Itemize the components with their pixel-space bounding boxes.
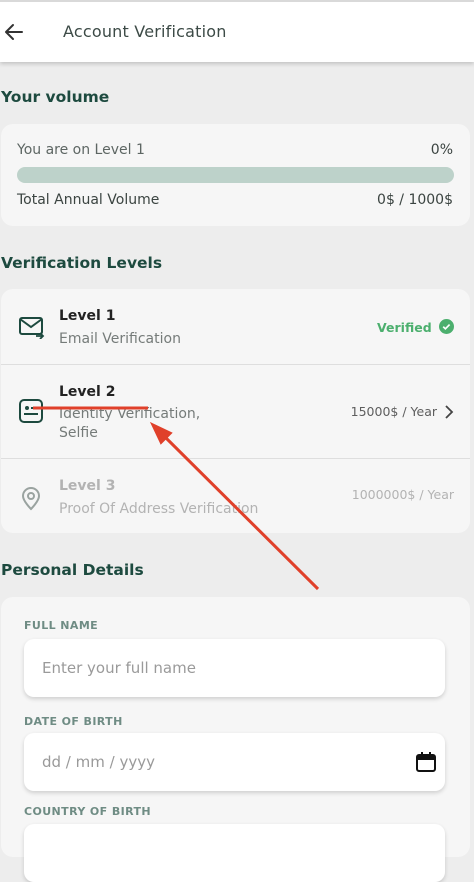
country-of-birth-label: COUNTRY OF BIRTH [24, 805, 151, 818]
level-1-row[interactable]: Level 1 Email Verification Verified [1, 289, 470, 364]
location-pin-icon [21, 487, 41, 511]
verification-levels-card: Level 1 Email Verification Verified Leve… [1, 289, 470, 533]
volume-progress-bar [17, 167, 454, 183]
back-button[interactable] [2, 20, 26, 44]
verified-status: Verified [377, 319, 454, 335]
page-title: Account Verification [63, 22, 227, 41]
personal-section-title: Personal Details [1, 561, 144, 579]
level-3-description: Proof Of Address Verification [59, 501, 259, 517]
level-2-name: Level 2 [59, 384, 116, 400]
total-volume-label: Total Annual Volume [17, 192, 160, 208]
level-3-limit: 1000000$ / Year [351, 487, 454, 502]
level-2-limit: 15000$ / Year [350, 404, 437, 419]
level-2-row[interactable]: Level 2 Identity Verification, Selfie 15… [1, 364, 470, 459]
id-card-icon [19, 399, 43, 423]
full-name-input[interactable] [24, 639, 412, 697]
current-level-text: You are on Level 1 [17, 142, 145, 158]
verified-label: Verified [377, 320, 432, 335]
level-1-name: Level 1 [59, 308, 116, 324]
verification-section-title: Verification Levels [1, 254, 163, 272]
calendar-icon[interactable] [415, 751, 437, 773]
full-name-field[interactable] [24, 639, 445, 697]
top-app-bar: Account Verification [0, 0, 474, 62]
dob-input[interactable] [24, 733, 412, 791]
volume-card: You are on Level 1 0% Total Annual Volum… [1, 124, 470, 226]
volume-section-title: Your volume [1, 88, 110, 106]
check-circle-icon [439, 319, 454, 334]
total-volume-value: 0$ / 1000$ [377, 192, 453, 208]
country-of-birth-field[interactable] [24, 824, 445, 882]
level-3-name: Level 3 [59, 478, 116, 494]
dob-field[interactable] [24, 733, 445, 791]
level-3-row[interactable]: Level 3 Proof Of Address Verification 10… [1, 458, 470, 534]
level-1-description: Email Verification [59, 331, 181, 347]
chevron-right-icon [445, 405, 454, 419]
dob-label: DATE OF BIRTH [24, 715, 123, 728]
email-icon [19, 317, 45, 339]
arrow-left-icon [5, 24, 23, 40]
volume-percent: 0% [430, 142, 453, 158]
level-2-description: Identity Verification, Selfie [59, 406, 201, 441]
full-name-label: FULL NAME [24, 619, 99, 632]
